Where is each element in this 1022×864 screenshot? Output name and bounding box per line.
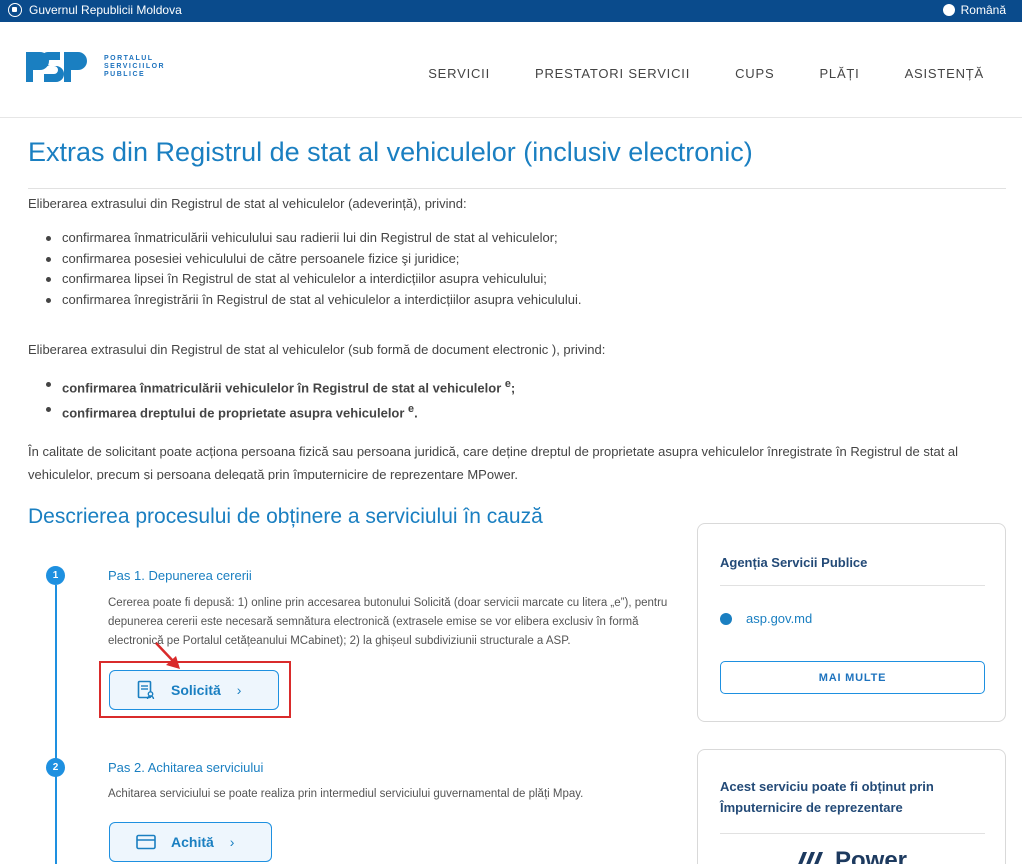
mpower-card-title: Acest serviciu poate fi obținut prin Împ…	[720, 779, 934, 815]
logo-text: PORTALUL SERVICIILOR PUBLICE	[104, 55, 165, 79]
process-title: Descrierea procesului de obținere a serv…	[28, 505, 543, 528]
psp-logo[interactable]: PORTALUL SERVICIILOR PUBLICE	[26, 52, 165, 82]
list-item: confirmarea dreptului de proprietate asu…	[46, 399, 515, 424]
mpower-logo[interactable]: Power	[789, 846, 907, 864]
language-selector[interactable]: Română	[942, 3, 1006, 17]
list-item: confirmarea lipsei în Registrul de stat …	[46, 269, 582, 290]
nav-item-plati[interactable]: PLĂȚI	[819, 66, 859, 81]
provider-website-text: asp.gov.md	[746, 611, 813, 626]
divider	[720, 585, 985, 586]
list-item-end: .	[414, 405, 418, 421]
electronic-list: confirmarea înmatriculării vehiculelor î…	[46, 374, 515, 424]
intro-paragraph-2: Eliberarea extrasului din Registrul de s…	[28, 342, 606, 357]
list-item: confirmarea posesiei vehiculului de cătr…	[46, 249, 582, 270]
divider	[720, 833, 985, 834]
achita-button[interactable]: Achită ›	[109, 822, 272, 862]
step-number-badge: 1	[46, 566, 65, 585]
step-1-description: Cererea poate fi depusă: 1) online prin …	[108, 597, 668, 647]
achita-button-label: Achită	[171, 834, 214, 850]
list-item: confirmarea înmatriculării vehiculelor î…	[46, 374, 515, 399]
page-title: Extras din Registrul de stat al vehicule…	[28, 137, 753, 167]
red-arrow-icon	[155, 642, 180, 669]
site-header: PORTALUL SERVICIILOR PUBLICE SERVICII PR…	[0, 22, 1022, 118]
nav-item-servicii[interactable]: SERVICII	[428, 66, 490, 81]
card-payment-icon	[135, 831, 157, 853]
provider-name: Agenția Servicii Publice	[720, 555, 868, 570]
step-2-description: Achitarea serviciului se poate realiza p…	[108, 788, 584, 800]
timeline-line	[55, 585, 57, 864]
provider-card: Agenția Servicii Publice asp.gov.md MAI …	[697, 523, 1006, 722]
step-1-title: Pas 1. Depunerea cererii	[108, 568, 252, 583]
mpower-card: Acest serviciu poate fi obținut prin Împ…	[697, 749, 1006, 864]
step-number-badge: 2	[46, 758, 65, 777]
main-nav: SERVICII PRESTATORI SERVICII CUPS PLĂȚI …	[428, 66, 984, 81]
nav-item-prestatori[interactable]: PRESTATORI SERVICII	[535, 66, 690, 81]
intro-paragraph-3: În calitate de solicitant poate acționa …	[28, 444, 959, 480]
list-item-end: ;	[510, 380, 516, 396]
gov-topbar: Guvernul Republicii Moldova Română	[0, 0, 1022, 22]
mpower-logo-icon	[798, 852, 823, 864]
list-item: confirmarea înmatriculării vehiculului s…	[46, 228, 582, 249]
list-item-text: confirmarea dreptului de proprietate asu…	[62, 405, 409, 421]
psp-logo-icon	[26, 52, 87, 82]
language-label: Română	[960, 3, 1006, 17]
more-button[interactable]: MAI MULTE	[720, 661, 985, 694]
globe-icon	[942, 4, 955, 16]
step-2-title: Pas 2. Achitarea serviciului	[108, 760, 264, 775]
logo-line-3: PUBLICE	[104, 71, 146, 78]
chevron-right-icon: ›	[229, 834, 235, 850]
gov-link[interactable]: Guvernul Republicii Moldova	[8, 3, 182, 17]
gov-emblem-icon	[8, 3, 22, 17]
logo-line-2: SERVICIILOR	[104, 63, 166, 70]
divider	[28, 188, 1006, 189]
globe-icon	[720, 612, 732, 625]
nav-item-cups[interactable]: CUPS	[735, 66, 774, 81]
intro-paragraph-1: Eliberarea extrasului din Registrul de s…	[28, 196, 467, 211]
gov-label: Guvernul Republicii Moldova	[29, 3, 182, 17]
list-item-text: confirmarea înmatriculării vehiculelor î…	[62, 380, 505, 396]
nav-item-asistenta[interactable]: ASISTENȚĂ	[905, 66, 984, 81]
benefits-list: confirmarea înmatriculării vehiculului s…	[46, 228, 582, 310]
mpower-logo-text: Power	[835, 847, 908, 864]
list-item: confirmarea înregistrării în Registrul d…	[46, 290, 582, 311]
logo-line-1: PORTALUL	[104, 55, 154, 62]
highlight-annotation-box	[99, 661, 291, 718]
provider-website-link[interactable]: asp.gov.md	[720, 611, 812, 626]
